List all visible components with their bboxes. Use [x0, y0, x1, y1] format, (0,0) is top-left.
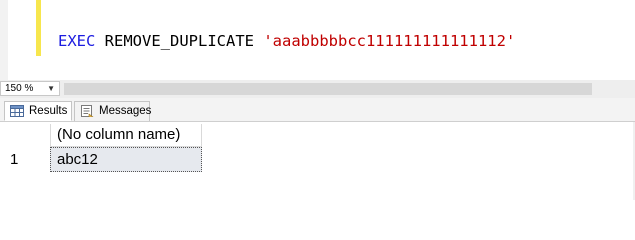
tab-results[interactable]: Results: [4, 101, 72, 121]
results-tab-strip: Results Messages: [0, 98, 635, 122]
results-grid: (No column name) 1 abc12: [0, 122, 635, 200]
tab-messages[interactable]: Messages: [74, 101, 152, 121]
tab-results-label: Results: [29, 105, 68, 117]
ssms-query-window: EXEC REMOVE_DUPLICATE 'aaabbbbbcc1111111…: [0, 0, 635, 200]
exec-keyword: EXEC: [58, 32, 96, 50]
column-header[interactable]: (No column name): [50, 124, 202, 147]
row-header[interactable]: 1: [0, 147, 50, 172]
zoom-status-bar: 150 % ▼: [0, 80, 635, 98]
horizontal-scrollbar[interactable]: [64, 83, 592, 95]
messages-icon: [81, 105, 94, 117]
procedure-name: REMOVE_DUPLICATE: [104, 32, 254, 50]
editor-margin: [0, 0, 8, 80]
chevron-down-icon: ▼: [47, 84, 55, 93]
tab-messages-label: Messages: [99, 105, 152, 117]
table-cell[interactable]: abc12: [50, 147, 202, 172]
string-argument: 'aaabbbbbcc111111111111112': [263, 32, 516, 50]
query-editor[interactable]: EXEC REMOVE_DUPLICATE 'aaabbbbbcc1111111…: [0, 0, 635, 80]
code-line[interactable]: EXEC REMOVE_DUPLICATE 'aaabbbbbcc1111111…: [58, 30, 515, 52]
grid-icon: [10, 105, 24, 117]
grid-corner[interactable]: [0, 124, 50, 147]
change-tracking-bar: [36, 0, 41, 56]
zoom-dropdown[interactable]: 150 % ▼: [0, 81, 60, 96]
zoom-value: 150 %: [5, 83, 34, 94]
